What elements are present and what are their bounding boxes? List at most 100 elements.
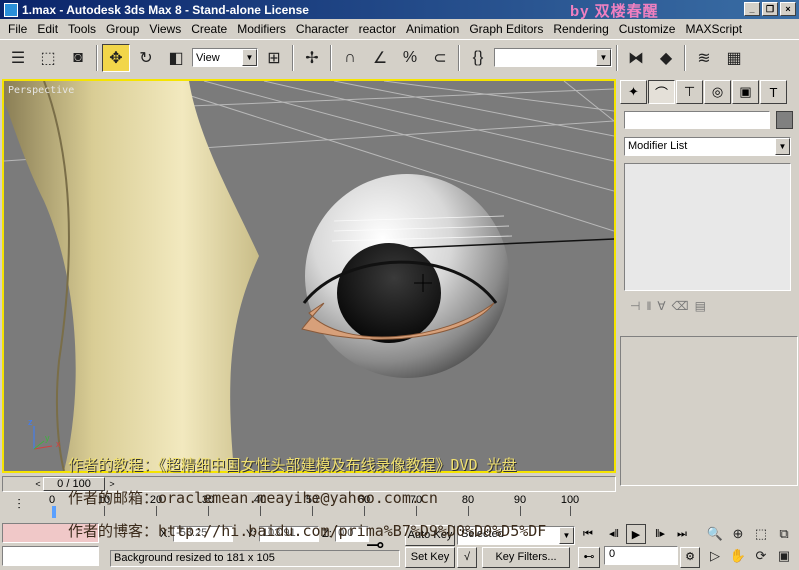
time-config-icon[interactable]: ⚙ [680,547,700,568]
zoom-icon[interactable]: 🔍 [705,524,725,544]
restore-button[interactable]: ❐ [762,2,778,16]
tick-label: 80 [461,494,475,506]
utilities-tab-icon[interactable]: T [760,80,787,104]
make-unique-icon[interactable]: ∀ [657,299,665,313]
mirror-icon[interactable]: ⧓ [622,44,650,72]
perspective-viewport[interactable]: Perspective z x y [2,79,616,473]
window-controls: _ ❐ × [744,2,796,16]
tick-mark [570,506,571,516]
menu-edit[interactable]: Edit [32,22,63,36]
select-move-icon[interactable]: ✥ [102,43,130,72]
menu-group[interactable]: Group [101,22,144,36]
close-button[interactable]: × [780,2,796,16]
menu-customize[interactable]: Customize [614,22,681,36]
next-frame-icon[interactable]: ‖▸ [650,524,670,544]
configure-sets-icon[interactable]: ▤ [695,299,706,313]
menu-modifiers[interactable]: Modifiers [232,22,291,36]
watermark-line-3: 作者的博客：http://hi.baidu.com/prima%B7%D9%D0… [68,522,547,540]
create-tab-icon[interactable]: ✦ [620,80,647,104]
zoom-all-icon[interactable]: ⊕ [728,524,748,544]
object-color-swatch[interactable] [776,111,793,129]
select-rotate-icon[interactable]: ↻ [132,44,160,72]
menu-bar: File Edit Tools Group Views Create Modif… [0,19,799,38]
coord-system-dropdown[interactable]: View ▼ [192,48,258,67]
maxscript-mini-field[interactable] [2,546,99,566]
pin-stack-icon[interactable]: ⊣ [630,299,640,313]
menu-character[interactable]: Character [291,22,354,36]
window-crossing-icon[interactable]: ◙ [64,44,92,72]
remove-modifier-icon[interactable]: ⌫ [672,299,689,313]
zoom-extents-icon[interactable]: ⬚ [751,524,771,544]
angle-snap-icon[interactable]: ∠ [366,44,394,72]
command-panel-tabs: ✦ ⌒ ⊤ ◎ ▣ T [618,78,799,106]
named-selection-icon[interactable]: {} [464,44,492,72]
toolbar-separator [684,44,686,71]
modify-tab-icon[interactable]: ⌒ [648,80,675,104]
head-surface [4,81,259,471]
axis-z-label: z [28,417,33,427]
manipulate-icon[interactable]: ✢ [298,44,326,72]
hierarchy-tab-icon[interactable]: ⊤ [676,80,703,104]
show-end-result-icon[interactable]: ‖ [646,299,651,313]
coord-system-value: View [196,51,220,64]
current-frame-field[interactable]: 0 [604,546,678,565]
title-watermark: by 双楼春醒 [570,3,659,20]
tick-label: 90 [513,494,527,506]
key-mode-toggle-icon[interactable]: ⊷ [578,547,600,568]
mini-curve-editor-icon[interactable]: ⫶ [8,496,30,514]
align-icon[interactable]: ◆ [652,44,680,72]
goto-start-icon[interactable]: ⏮ [578,524,598,544]
track-view-icon[interactable]: ▦ [720,44,748,72]
viewport-label[interactable]: Perspective [8,85,74,96]
prev-frame-icon[interactable]: ◂‖ [604,524,624,544]
play-icon[interactable]: ▶ [626,524,646,544]
title-bar: 1.max - Autodesk 3ds Max 8 - Stand-alone… [0,0,799,19]
current-time-marker [52,506,56,518]
menu-maxscript[interactable]: MAXScript [680,22,747,36]
axis-y-label: y [45,433,50,443]
minimize-button[interactable]: _ [744,2,760,16]
menu-animation[interactable]: Animation [401,22,464,36]
set-key-button[interactable]: Set Key [405,547,455,568]
toolbar-separator [292,44,294,71]
field-of-view-icon[interactable]: ▷ [705,546,725,566]
viewport-scene [4,81,614,471]
window-title: 1.max - Autodesk 3ds Max 8 - Stand-alone… [22,2,309,17]
named-selection-dropdown[interactable]: ▼ [494,48,612,67]
chevron-down-icon: ▼ [596,49,611,66]
display-tab-icon[interactable]: ▣ [732,80,759,104]
command-panel: ✦ ⌒ ⊤ ◎ ▣ T Modifier List ▼ ⊣ ‖ ∀ ⌫ ▤ [618,78,799,488]
menu-views[interactable]: Views [144,22,186,36]
object-name-field[interactable] [624,111,770,129]
zoom-extents-all-icon[interactable]: ⧉ [774,524,794,544]
goto-end-icon[interactable]: ⏭ [672,524,692,544]
maximize-viewport-icon[interactable]: ▣ [774,546,794,566]
pivot-center-icon[interactable]: ⊞ [260,44,288,72]
pan-icon[interactable]: ✋ [728,546,748,566]
snap-toggle-icon[interactable]: ∩ [336,44,364,72]
layer-manager-icon[interactable]: ≋ [690,44,718,72]
rectangle-region-icon[interactable]: ⬚ [34,44,62,72]
tick-mark [468,506,469,516]
iris [337,243,441,343]
select-scale-icon[interactable]: ◧ [162,44,190,72]
key-filters-button[interactable]: Key Filters... [482,547,570,568]
motion-tab-icon[interactable]: ◎ [704,80,731,104]
stack-buttons: ⊣ ‖ ∀ ⌫ ▤ [624,296,791,316]
modifier-stack[interactable] [624,163,791,291]
menu-tools[interactable]: Tools [63,22,101,36]
percent-snap-icon[interactable]: % [396,44,424,72]
menu-graph-editors[interactable]: Graph Editors [464,22,548,36]
menu-rendering[interactable]: Rendering [548,22,613,36]
toolbar-separator [96,44,98,71]
modifier-list-dropdown[interactable]: Modifier List ▼ [624,137,791,156]
key-tangent-icon[interactable]: √ [457,547,477,568]
menu-create[interactable]: Create [186,22,232,36]
spinner-snap-icon[interactable]: ⊂ [426,44,454,72]
select-by-name-icon[interactable]: ☰ [4,44,32,72]
menu-file[interactable]: File [3,22,32,36]
arc-rotate-icon[interactable]: ⟳ [751,546,771,566]
menu-reactor[interactable]: reactor [354,22,401,36]
watermark-line-1: 作者的教程：《超精细中国女性头部建模及布线录像教程》DVD 光盘 [68,456,517,474]
prompt-line: Background resized to 181 x 105 [110,550,400,567]
